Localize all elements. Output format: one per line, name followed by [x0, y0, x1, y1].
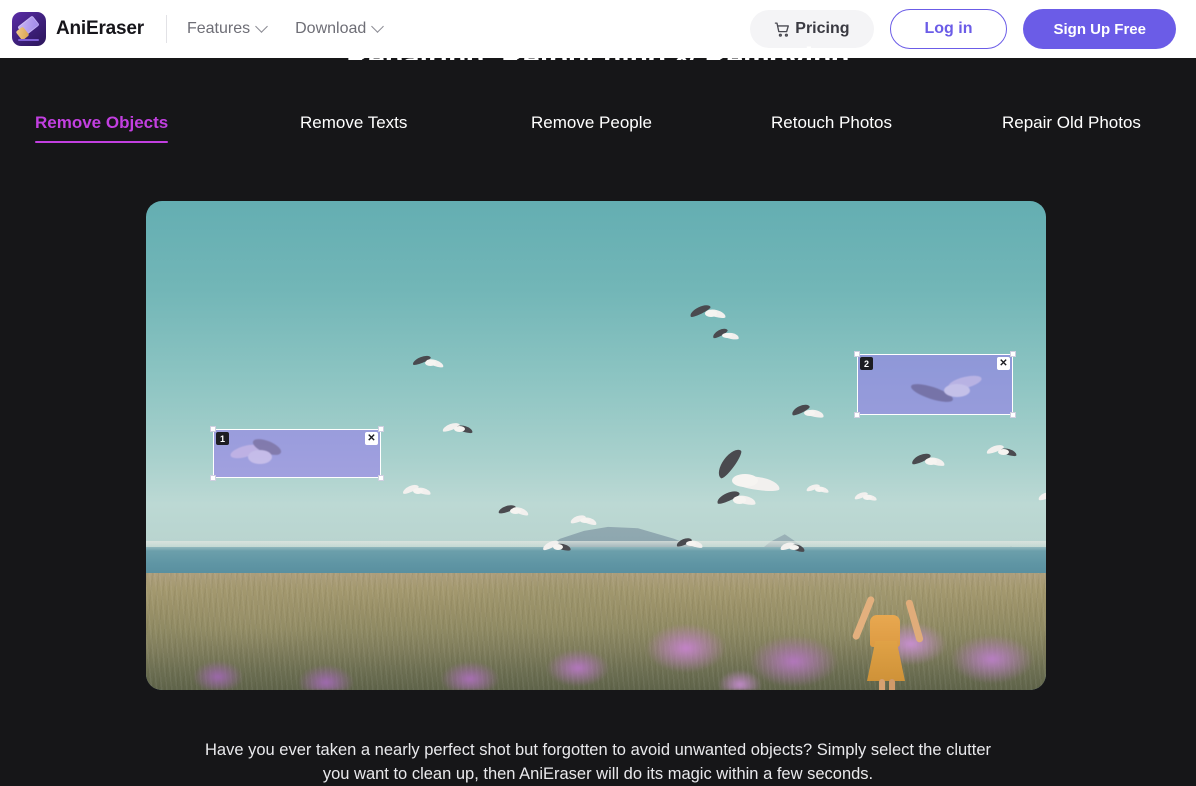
nav-item-label: Features: [186, 20, 251, 37]
seagull: [985, 441, 1020, 461]
selection-number: 1: [216, 432, 229, 445]
selection-number: 2: [860, 357, 873, 370]
feature-section: Repairing, Retouching & Removing Remove …: [0, 44, 1196, 783]
brand-logo[interactable]: AniEraser: [8, 12, 144, 46]
seagull: [711, 325, 742, 343]
person-figure: [851, 593, 924, 690]
tab-remove-objects[interactable]: Remove Objects: [35, 113, 169, 143]
seagull: [805, 481, 832, 496]
editor-canvas[interactable]: 1 ✕ 2 ✕: [146, 201, 1046, 690]
seagull: [779, 539, 808, 555]
feature-caption: Have you ever taken a nearly perfect sho…: [204, 741, 992, 783]
shoreline: [146, 541, 1046, 551]
seagull: [790, 401, 827, 422]
tab-remove-texts[interactable]: Remove Texts: [300, 113, 407, 143]
tab-retouch-photos[interactable]: Retouch Photos: [771, 113, 892, 143]
chevron-down-icon: [373, 22, 383, 32]
seagull-foreground: [706, 445, 782, 497]
main-nav: Features Download: [187, 20, 383, 38]
close-icon[interactable]: ✕: [365, 432, 378, 445]
selection-box-2[interactable]: 2 ✕: [854, 351, 1016, 418]
seagull: [569, 511, 600, 528]
section-heading: Repairing, Retouching & Removing: [0, 44, 1196, 60]
selection-box-1[interactable]: 1 ✕: [210, 426, 384, 481]
seagull: [441, 419, 476, 438]
tab-repair-old-photos[interactable]: Repair Old Photos: [1002, 113, 1141, 143]
nav-item-download[interactable]: Download: [295, 20, 383, 38]
seagull: [497, 501, 532, 520]
seagull: [688, 301, 731, 325]
pricing-label: Pricing: [795, 20, 850, 37]
eraser-icon: [12, 12, 46, 46]
pricing-button[interactable]: Pricing: [750, 10, 874, 48]
header-divider: [165, 15, 167, 43]
header-actions: Pricing Log in Sign Up Free: [750, 9, 1176, 49]
nav-item-label: Download: [295, 20, 367, 37]
tab-remove-people[interactable]: Remove People: [531, 113, 652, 143]
nav-item-features[interactable]: Features: [187, 20, 267, 38]
signup-button[interactable]: Sign Up Free: [1023, 9, 1176, 49]
chevron-down-icon: [257, 22, 267, 32]
brand-name: AniEraser: [56, 18, 144, 39]
seagull: [401, 481, 434, 499]
login-button[interactable]: Log in: [889, 9, 1008, 49]
seagull: [1037, 489, 1046, 505]
seagull: [541, 537, 574, 555]
close-icon[interactable]: ✕: [997, 357, 1010, 370]
seagull: [411, 353, 448, 373]
seagull: [853, 489, 880, 504]
shopping-cart-icon: [775, 21, 790, 37]
seagull: [910, 449, 949, 471]
feature-tabs: Remove Objects Remove Texts Remove Peopl…: [0, 113, 1196, 158]
seagull: [675, 535, 706, 552]
